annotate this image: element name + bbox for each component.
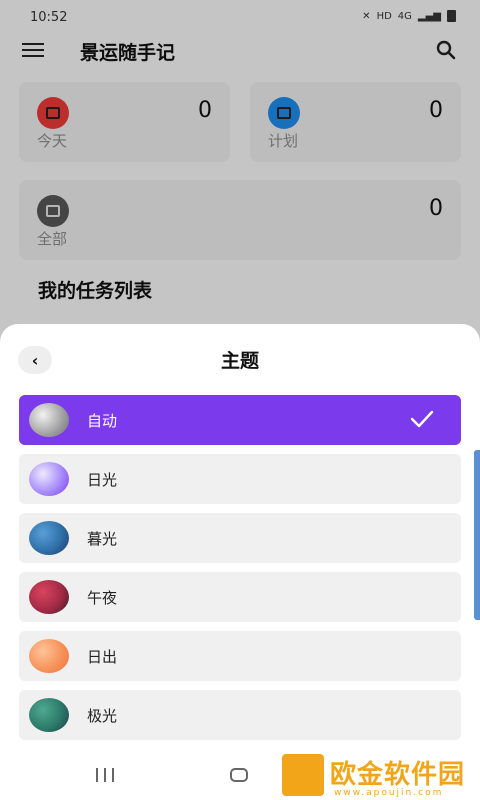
- theme-name: 午夜: [87, 589, 118, 607]
- scrollbar[interactable]: [474, 450, 480, 620]
- theme-swatch: [29, 580, 69, 614]
- theme-bottom-sheet: ‹ 主题 自动 日光 暮光 午夜 日出 极光: [0, 324, 480, 800]
- watermark-logo-icon: [282, 754, 324, 796]
- check-icon: [410, 410, 434, 428]
- theme-swatch: [29, 403, 69, 437]
- theme-option-sunrise[interactable]: 日出: [19, 631, 461, 681]
- theme-option-daylight[interactable]: 日光: [19, 454, 461, 504]
- recents-icon[interactable]: [96, 768, 114, 782]
- theme-swatch: [29, 639, 69, 673]
- watermark: 欧金软件园 www.apoujin.com: [282, 748, 478, 800]
- home-icon[interactable]: [230, 768, 248, 782]
- theme-swatch: [29, 521, 69, 555]
- sheet-title: 主题: [220, 350, 259, 372]
- theme-name: 极光: [87, 707, 118, 725]
- watermark-text: 欧金软件园: [330, 760, 466, 790]
- theme-option-midnight[interactable]: 午夜: [19, 572, 461, 622]
- theme-name: 暮光: [87, 530, 118, 548]
- theme-option-dusk[interactable]: 暮光: [19, 513, 461, 563]
- theme-name: 日出: [87, 648, 118, 666]
- theme-option-auto[interactable]: 自动: [19, 395, 461, 445]
- theme-option-aurora[interactable]: 极光: [19, 690, 461, 740]
- theme-swatch: [29, 698, 69, 732]
- theme-name: 自动: [87, 412, 118, 430]
- theme-name: 日光: [87, 471, 118, 489]
- theme-swatch: [29, 462, 69, 496]
- watermark-url: www.apoujin.com: [334, 788, 444, 798]
